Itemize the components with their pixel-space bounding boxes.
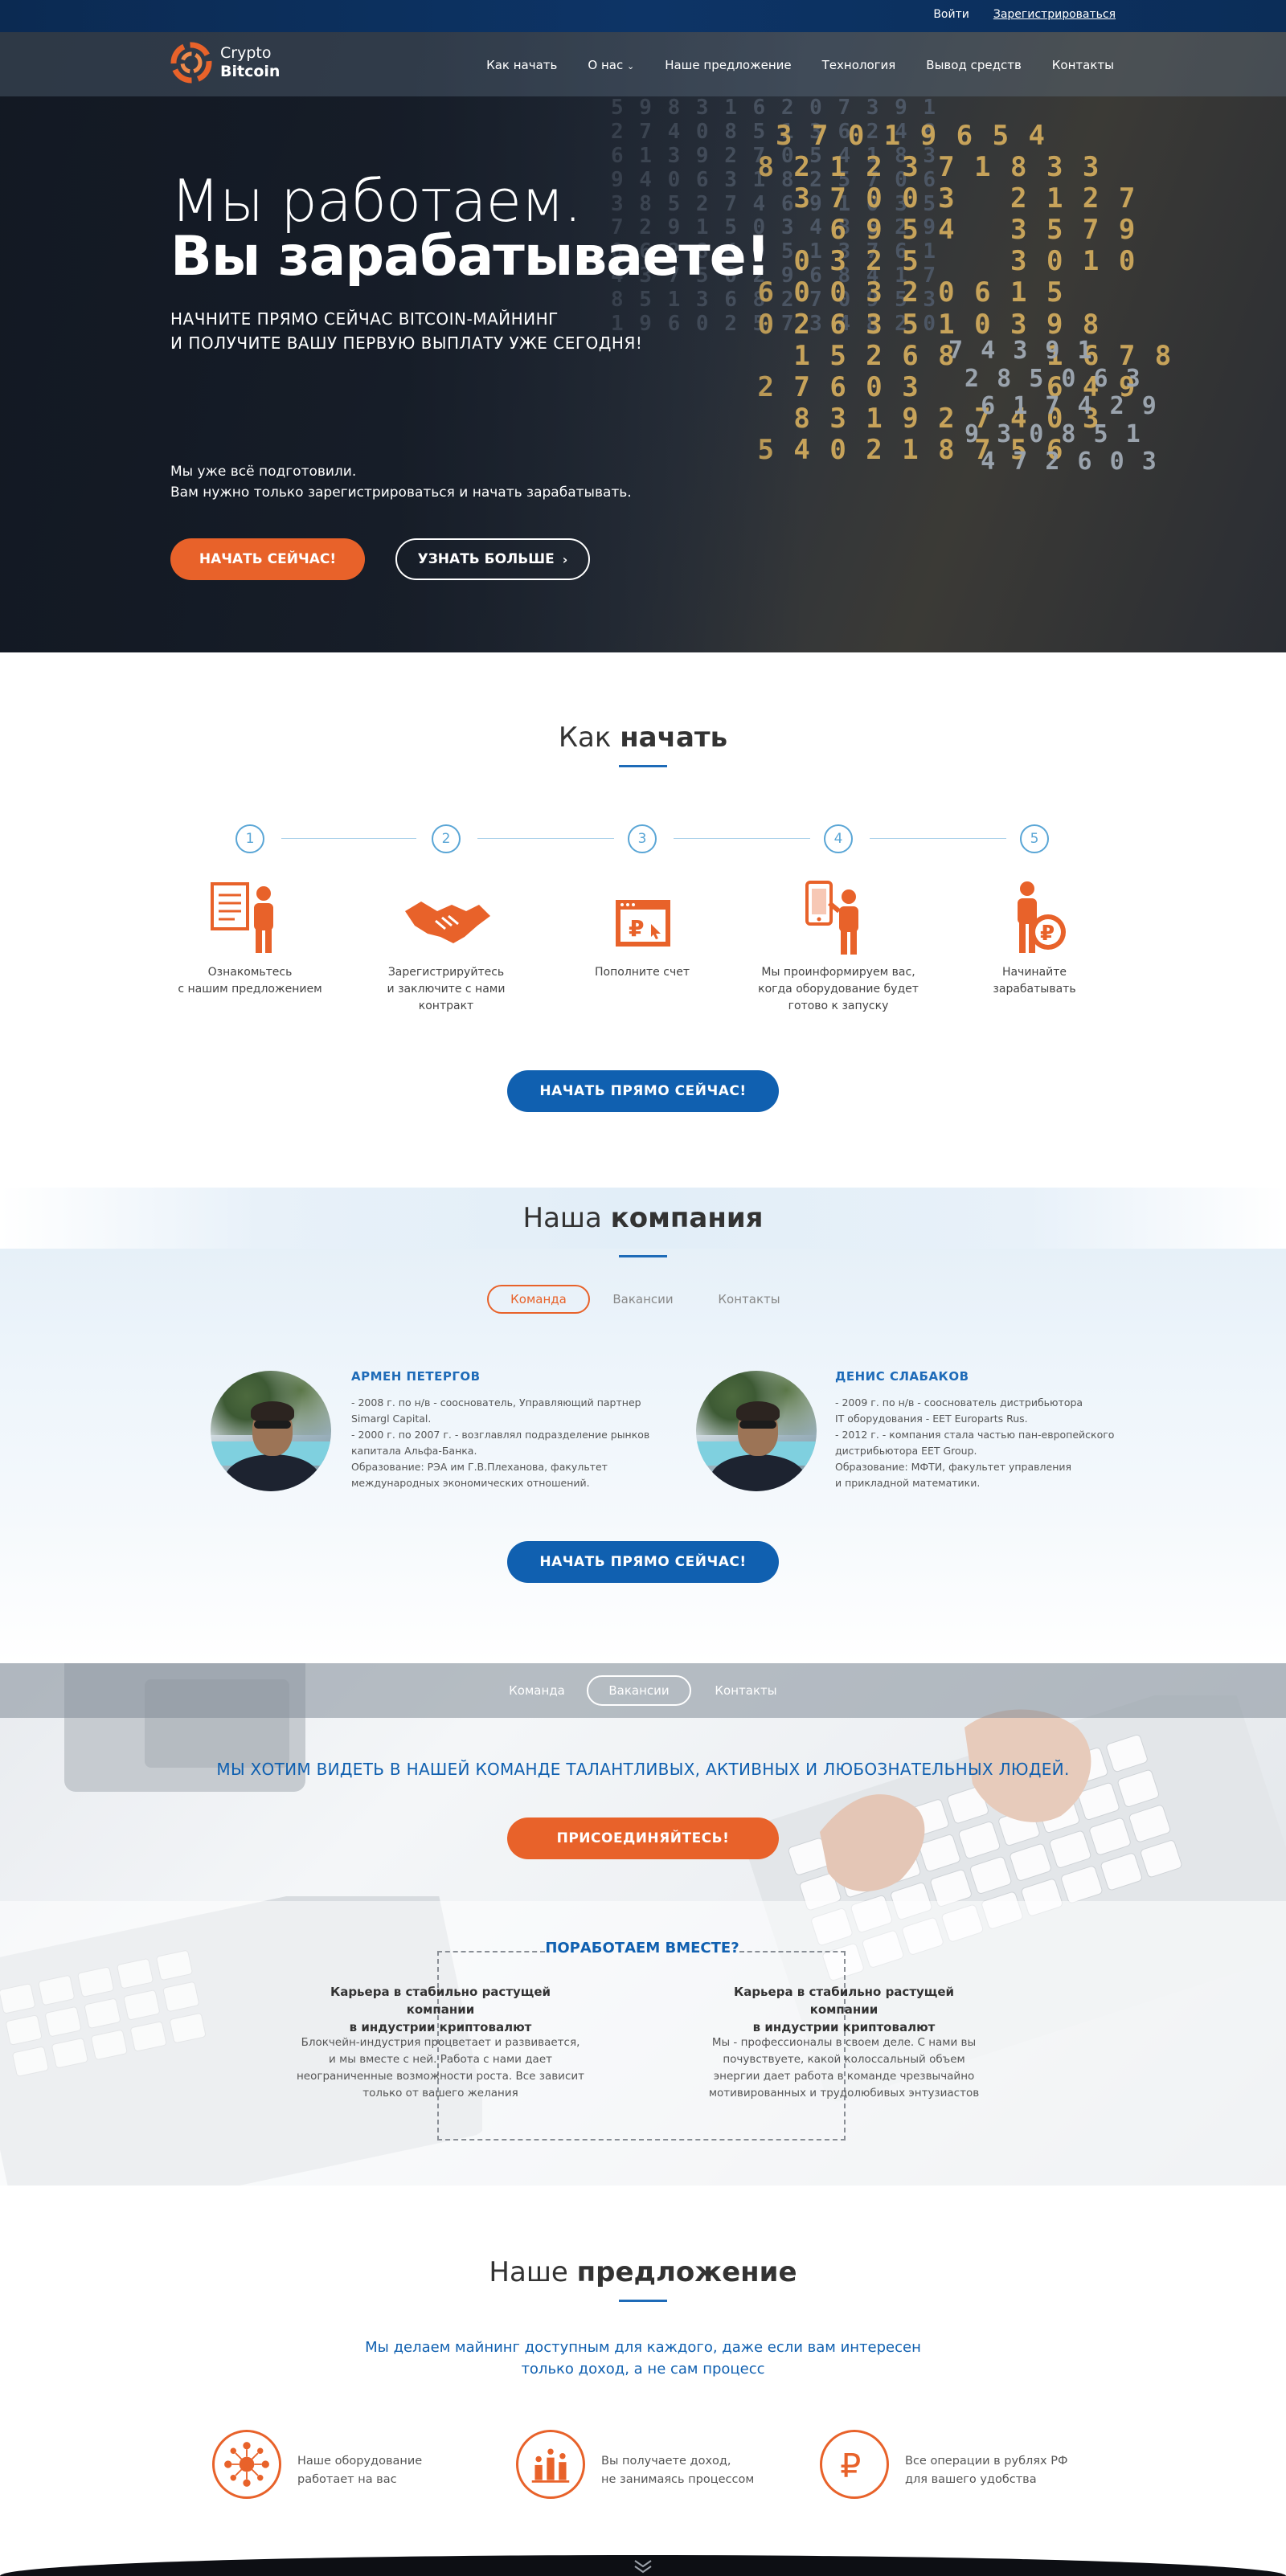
register-link[interactable]: Зарегистрироваться (993, 8, 1116, 21)
start-now-button[interactable]: НАЧАТЬ СЕЙЧАС! (170, 538, 365, 580)
step-label-4: Мы проинформируем вас, когда оборудовани… (758, 966, 919, 1012)
tab-team[interactable]: Команда (487, 1285, 590, 1314)
person-name-2: ДЕНИС СЛАБАКОВ (835, 1369, 969, 1384)
company-title: Наша компания (0, 1202, 1286, 1234)
avatar (211, 1371, 331, 1491)
account-links: Войти Зарегистрироваться (933, 8, 1116, 21)
offer-title-bold: предложение (576, 2256, 797, 2288)
offer-subtitle: Мы делаем майнинг доступным для каждого,… (365, 2339, 921, 2378)
vacancy-column-text-1: Блокчейн-индустрия процветает и развивае… (296, 2036, 585, 2100)
learn-more-label: УЗНАТЬ БОЛЬШЕ (417, 551, 555, 567)
dashed-frame-top (739, 1951, 846, 1952)
nav-contacts[interactable]: Контакты (1052, 58, 1114, 72)
person-name-1: АРМЕН ПЕТЕРГОВ (351, 1369, 481, 1384)
logo-line2: Bitcoin (220, 63, 281, 80)
hero-title-bold: Вы зарабатываете! (170, 225, 771, 288)
growth-chart-icon (516, 2430, 585, 2499)
learn-more-button[interactable]: УЗНАТЬ БОЛЬШЕ › (395, 538, 590, 580)
offer-text-2: Вы получаете доход, не занимаясь процесс… (601, 2455, 755, 2486)
svg-text:₽: ₽ (840, 2447, 861, 2485)
logo[interactable]: Crypto Bitcoin (170, 42, 280, 84)
nav-technology[interactable]: Технология (822, 58, 896, 72)
offer-text-1: Наше оборудование работает на вас (297, 2455, 423, 2486)
company-title-bold: компания (610, 1202, 764, 1234)
chevron-right-icon: › (562, 551, 568, 567)
tab-team[interactable]: Команда (492, 1675, 582, 1706)
hero-subtitle-line2: И ПОЛУЧИТЕ ВАШУ ПЕРВУЮ ВЫПЛАТУ УЖЕ СЕГОД… (170, 333, 643, 353)
svg-text:₽: ₽ (1040, 922, 1055, 946)
step-label-1: Ознакомьтесь с нашим предложением (178, 966, 322, 996)
person-ruble-coin-icon: ₽ (1018, 881, 1066, 953)
step-number-1: 1 (235, 824, 264, 853)
nav-about-label: О нас (588, 58, 624, 72)
vacancies-headline: МЫ ХОТИМ ВИДЕТЬ В НАШЕЙ КОМАНДЕ ТАЛАНТЛИ… (216, 1760, 1070, 1779)
scroll-down-icon[interactable] (632, 2558, 654, 2574)
dashed-frame-top (437, 1951, 545, 1952)
vacancy-column-title-1: Карьера в стабильно растущей компании в … (330, 1985, 551, 2034)
tab-contacts[interactable]: Контакты (698, 1285, 801, 1314)
step-label-5: Начинайте зарабатывать (993, 966, 1076, 996)
offer-title-light: Наше (489, 2256, 568, 2288)
vacancy-column-title-2: Карьера в стабильно растущей компании в … (733, 1985, 955, 2034)
person-bio-2: - 2009 г. по н/в - сооснователь дистрибь… (835, 1396, 1115, 1489)
main-nav: Как начать О нас ⌄ Наше предложение Техн… (486, 58, 1114, 72)
hero-text-line2: Вам нужно только зарегистрироваться и на… (170, 485, 632, 501)
network-people-icon (212, 2430, 281, 2499)
start-now-button-steps[interactable]: НАЧАТЬ ПРЯМО СЕЙЧАС! (507, 1070, 779, 1112)
svg-text:₽: ₽ (629, 915, 644, 942)
vacancy-column-text-2: Мы - профессионалы в своем деле. С нами … (708, 2036, 980, 2100)
step-connector (870, 838, 1006, 839)
chevron-down-icon: ⌄ (626, 61, 635, 72)
hero-text-line1: Мы уже всё подготовили. (170, 464, 357, 480)
step-connector (477, 838, 614, 839)
how-title-bold: начать (620, 722, 728, 754)
ruble-payment-window-icon: ₽ (616, 900, 670, 947)
logo-line1: Crypto (220, 44, 272, 62)
offer-title: Наше предложение (0, 2256, 1286, 2288)
work-together-heading: ПОРАБОТАЕМ ВМЕСТЕ? (545, 1940, 739, 1957)
person-bio-1: - 2008 г. по н/в - сооснователь, Управля… (351, 1396, 650, 1489)
ruble-icon: ₽ (820, 2430, 889, 2499)
step-label-3: Пополните счет (595, 966, 690, 979)
handshake-icon (405, 902, 490, 943)
title-underline (619, 1255, 667, 1257)
tab-vacancies[interactable]: Вакансии (587, 1675, 691, 1706)
step-label-2: Зарегистрируйтесь и заключите с нами кон… (387, 966, 506, 1012)
step-number-4: 4 (824, 824, 853, 853)
avatar (696, 1371, 817, 1491)
hero-subtitle: НАЧНИТЕ ПРЯМО СЕЙЧАС BITCOIN-МАЙНИНГ И П… (170, 307, 642, 355)
digit-cluster: 7 4 3 9 1 2 8 5 0 6 3 6 1 7 4 2 9 9 3 0 … (948, 337, 1158, 476)
how-to-start-title: Как начать (0, 722, 1286, 754)
company-title-light: Наша (522, 1202, 602, 1234)
title-underline (619, 2300, 667, 2302)
offer-text-3: Все операции в рублях РФ для вашего удоб… (905, 2455, 1068, 2486)
login-link[interactable]: Войти (933, 8, 969, 21)
logo-icon (170, 42, 212, 84)
title-underline (619, 765, 667, 767)
how-title-light: Как (558, 722, 612, 754)
nav-our-offer[interactable]: Наше предложение (665, 58, 791, 72)
phone-person-icon (805, 881, 858, 955)
nav-how-to-start[interactable]: Как начать (486, 58, 557, 72)
step-connector (281, 838, 416, 839)
step-number-3: 3 (628, 824, 657, 853)
step-connector (674, 838, 810, 839)
logo-text: Crypto Bitcoin (220, 44, 280, 81)
join-us-button[interactable]: ПРИСОЕДИНЯЙТЕСЬ! (507, 1818, 779, 1859)
nav-withdrawal[interactable]: Вывод средств (926, 58, 1021, 72)
start-now-button-company[interactable]: НАЧАТЬ ПРЯМО СЕЙЧАС! (507, 1541, 779, 1583)
tab-contacts[interactable]: Контакты (698, 1675, 794, 1706)
hero-text: Мы уже всё подготовили. Вам нужно только… (170, 461, 632, 503)
nav-about[interactable]: О нас ⌄ (588, 58, 634, 72)
hero-subtitle-line1: НАЧНИТЕ ПРЯМО СЕЙЧАС BITCOIN-МАЙНИНГ (170, 309, 559, 329)
document-person-icon (211, 882, 273, 953)
step-number-2: 2 (432, 824, 461, 853)
tab-vacancies[interactable]: Вакансии (592, 1285, 694, 1314)
step-number-5: 5 (1020, 824, 1049, 853)
